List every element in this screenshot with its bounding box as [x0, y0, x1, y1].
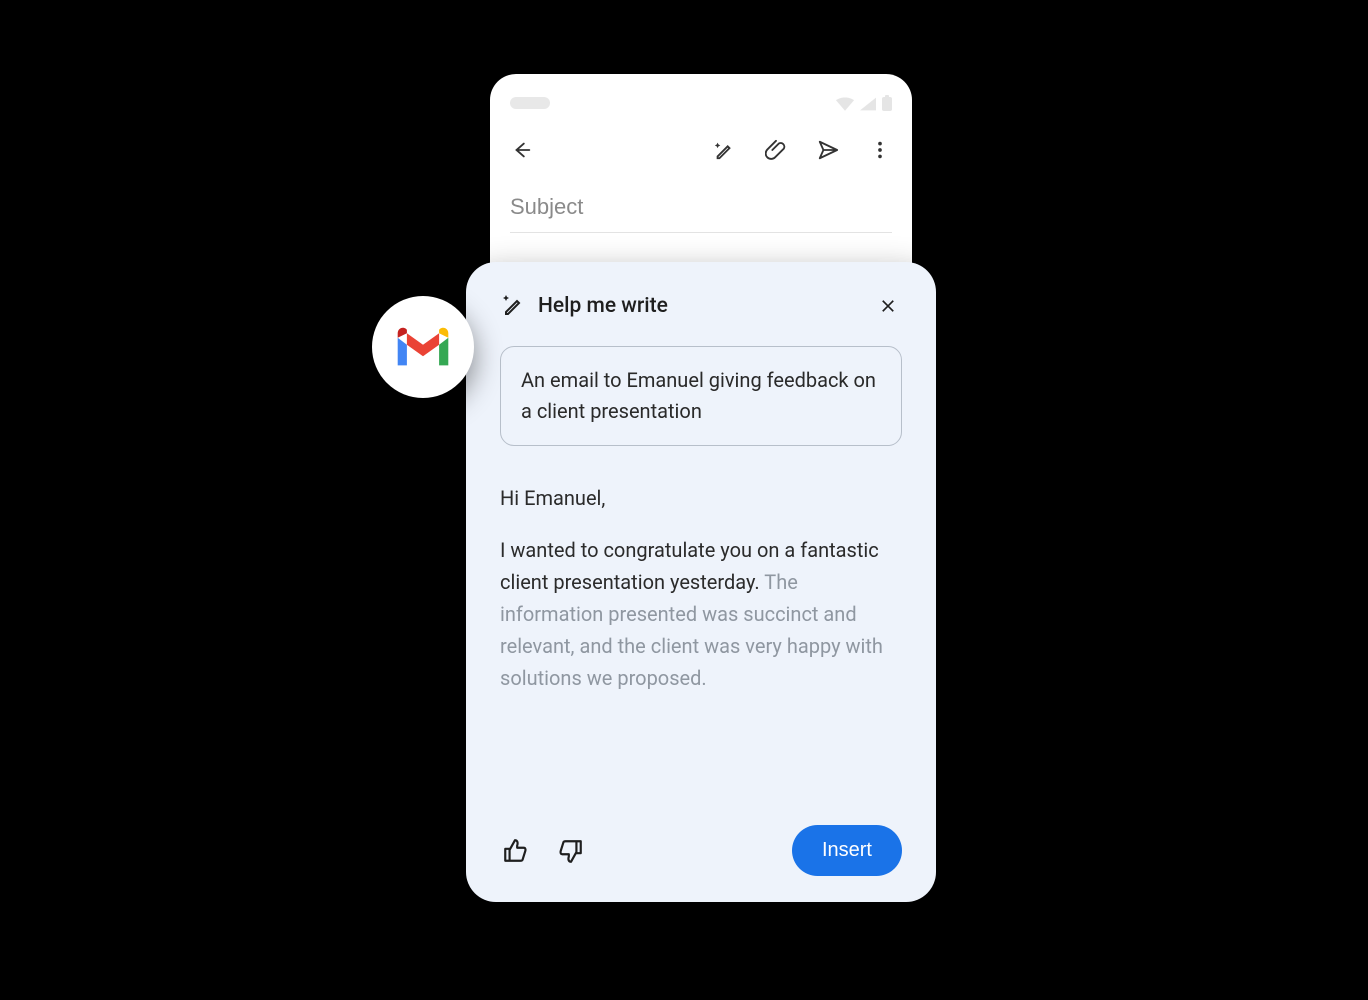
status-bar: [510, 92, 892, 114]
gmail-icon: [392, 324, 454, 370]
battery-icon: [882, 95, 892, 111]
send-icon[interactable]: [816, 138, 840, 162]
subject-input[interactable]: [510, 188, 892, 233]
prompt-input[interactable]: An email to Emanuel giving feedback on a…: [500, 346, 902, 446]
cellular-icon: [860, 97, 876, 111]
generated-draft: Hi Emanuel, I wanted to congratulate you…: [500, 482, 902, 805]
wifi-icon: [836, 97, 854, 111]
status-pill: [510, 97, 550, 109]
magic-write-icon[interactable]: [712, 138, 736, 162]
back-button[interactable]: [510, 138, 534, 162]
more-icon[interactable]: [868, 138, 892, 162]
gmail-logo-badge: [372, 296, 474, 398]
compose-toolbar: [510, 132, 892, 168]
attach-icon[interactable]: [764, 138, 788, 162]
thumbs-down-button[interactable]: [556, 836, 586, 866]
help-me-write-panel: Help me write An email to Emanuel giving…: [466, 262, 936, 902]
close-button[interactable]: [874, 292, 902, 320]
magic-write-icon: [500, 292, 524, 320]
draft-paragraph-1: I wanted to congratulate you on a fantas…: [500, 538, 879, 594]
panel-title: Help me write: [538, 294, 668, 318]
draft-greeting: Hi Emanuel,: [500, 482, 902, 514]
thumbs-up-button[interactable]: [500, 836, 530, 866]
insert-button[interactable]: Insert: [792, 825, 902, 876]
